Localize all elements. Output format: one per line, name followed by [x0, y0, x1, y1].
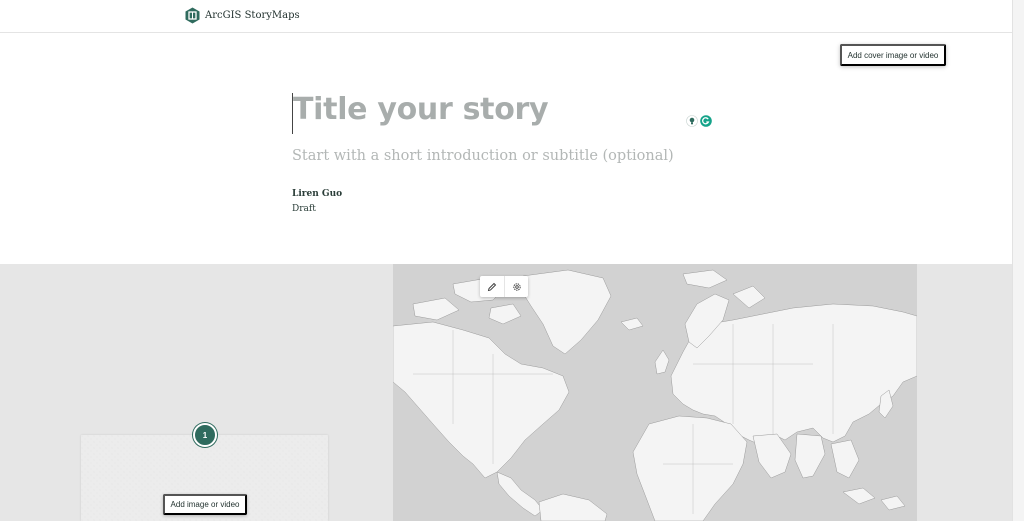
add-cover-button[interactable]: Add cover image or video: [840, 44, 946, 66]
slide-number-badge[interactable]: 1: [193, 423, 217, 447]
scrollbar[interactable]: [1012, 0, 1024, 521]
top-bar: ArcGIS StoryMaps: [0, 0, 1012, 33]
app-name: ArcGIS StoryMaps: [205, 10, 300, 21]
slide-number: 1: [202, 430, 208, 440]
story-title-input[interactable]: Title your story: [293, 92, 549, 127]
add-media-button[interactable]: Add image or video: [163, 494, 247, 515]
story-status: Draft: [292, 204, 316, 214]
map-toolbar: [480, 276, 528, 297]
story-subtitle-input[interactable]: Start with a short introduction or subti…: [292, 148, 674, 164]
app-logo[interactable]: ArcGIS StoryMaps: [185, 7, 300, 24]
map-panel[interactable]: [393, 264, 917, 521]
grammarly-icon[interactable]: [700, 115, 712, 127]
storymaps-logo-icon: [185, 7, 200, 24]
world-map[interactable]: [393, 264, 917, 521]
gear-icon: [512, 282, 521, 291]
edit-map-button[interactable]: [480, 276, 504, 297]
pencil-icon: [487, 282, 497, 291]
writing-assist-icons: [686, 115, 712, 127]
map-settings-button[interactable]: [504, 276, 528, 297]
author-name: Liren Guo: [292, 189, 343, 199]
lightbulb-icon[interactable]: [686, 115, 698, 127]
